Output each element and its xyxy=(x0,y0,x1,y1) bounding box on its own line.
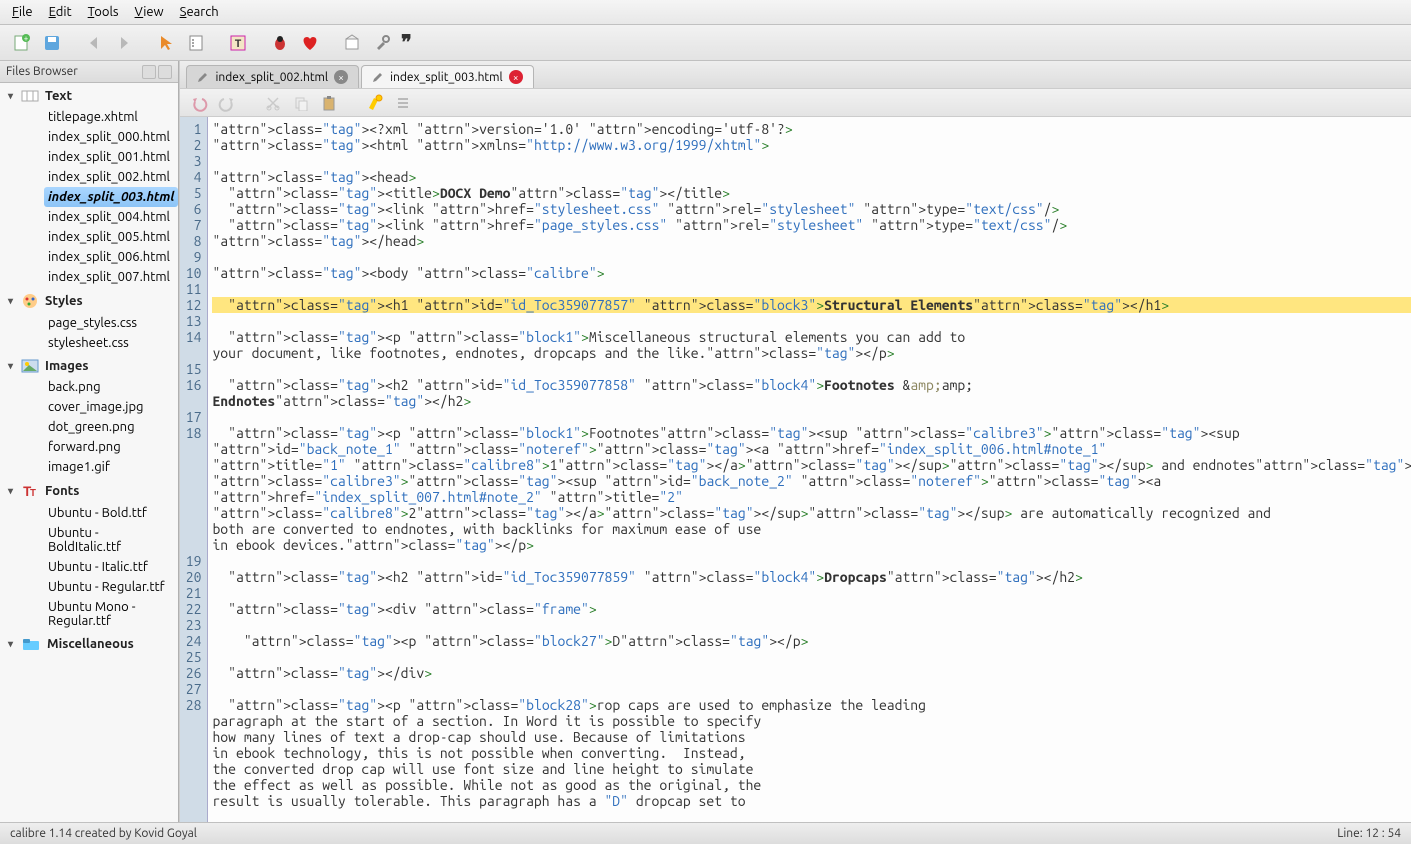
svg-text:+: + xyxy=(24,34,29,43)
line-gutter: 1234567891011121314 1516 1718 1920212223… xyxy=(180,117,208,822)
tree-section-misc[interactable]: Miscellaneous xyxy=(0,631,178,655)
tree-item[interactable]: index_split_007.html xyxy=(44,267,178,287)
tree-section-styles[interactable]: Styles xyxy=(0,287,178,313)
tree-item[interactable]: Ubuntu - Regular.ttf xyxy=(44,577,178,597)
tree-item[interactable]: Ubuntu - Bold.ttf xyxy=(44,503,178,523)
svg-text:❞: ❞ xyxy=(401,34,412,52)
forward-button[interactable] xyxy=(110,29,138,57)
tab-index_split_003-html[interactable]: index_split_003.html× xyxy=(361,65,534,88)
menu-tools[interactable]: Tools xyxy=(80,2,127,22)
close-tab-icon[interactable]: × xyxy=(509,70,523,84)
tool-icon[interactable] xyxy=(368,29,396,57)
tree-item[interactable]: Ubuntu - Italic.ttf xyxy=(44,557,178,577)
tab-index_split_002-html[interactable]: index_split_002.html× xyxy=(186,65,359,88)
tree-item[interactable]: index_split_006.html xyxy=(44,247,178,267)
redo-button[interactable] xyxy=(216,92,238,114)
heart-icon[interactable] xyxy=(296,29,324,57)
back-button[interactable] xyxy=(80,29,108,57)
tree-item[interactable]: Ubuntu - BoldItalic.ttf xyxy=(44,523,178,557)
tree-item[interactable]: page_styles.css xyxy=(44,313,178,333)
tree-item[interactable]: cover_image.jpg xyxy=(44,397,178,417)
tree-item[interactable]: stylesheet.css xyxy=(44,333,178,353)
pencil-icon xyxy=(197,71,209,83)
pencil-icon xyxy=(372,71,384,83)
close-tab-icon[interactable]: × xyxy=(334,70,348,84)
tree-section-text[interactable]: Text xyxy=(0,83,178,107)
main-toolbar: + T ❞ xyxy=(0,25,1411,61)
tree-item[interactable]: index_split_003.html xyxy=(44,187,178,207)
tree-item[interactable]: image1.gif xyxy=(44,457,178,477)
cut-button[interactable] xyxy=(262,92,284,114)
files-tree[interactable]: Texttitlepage.xhtmlindex_split_000.htmli… xyxy=(0,83,178,822)
editor-panel: index_split_002.html×index_split_003.htm… xyxy=(180,61,1411,822)
undo-button[interactable] xyxy=(188,92,210,114)
tree-item[interactable]: index_split_002.html xyxy=(44,167,178,187)
copy-button[interactable] xyxy=(290,92,312,114)
menu-edit[interactable]: Edit xyxy=(41,2,80,22)
paste-button[interactable] xyxy=(318,92,340,114)
tree-item[interactable]: index_split_005.html xyxy=(44,227,178,247)
statusbar: calibre 1.14 created by Kovid Goyal Line… xyxy=(0,822,1411,844)
save-button[interactable] xyxy=(38,29,66,57)
status-left: calibre 1.14 created by Kovid Goyal xyxy=(10,827,197,840)
files-panel: Files Browser Texttitlepage.xhtmlindex_s… xyxy=(0,61,179,822)
code-body[interactable]: "attrn">class="tag"><?xml "attrn">versio… xyxy=(208,117,1411,822)
lines-button[interactable] xyxy=(392,92,414,114)
cursor-icon[interactable] xyxy=(152,29,180,57)
files-panel-header: Files Browser xyxy=(0,61,178,83)
tree-item[interactable]: Ubuntu Mono - Regular.ttf xyxy=(44,597,178,631)
panel-close-icon[interactable] xyxy=(158,65,172,79)
status-right: Line: 12 : 54 xyxy=(1337,827,1401,840)
menu-view[interactable]: View xyxy=(127,2,172,22)
tree-section-fonts[interactable]: TTFonts xyxy=(0,477,178,503)
text-tool-button[interactable]: T xyxy=(224,29,252,57)
bug-icon[interactable] xyxy=(266,29,294,57)
tree-item[interactable]: index_split_000.html xyxy=(44,127,178,147)
tree-item[interactable]: back.png xyxy=(44,377,178,397)
highlight-button[interactable] xyxy=(364,92,386,114)
tree-item[interactable]: index_split_004.html xyxy=(44,207,178,227)
tree-item[interactable]: index_split_001.html xyxy=(44,147,178,167)
editor-tabstrip: index_split_002.html×index_split_003.htm… xyxy=(180,61,1411,89)
menu-search[interactable]: Search xyxy=(172,2,227,22)
tree-item[interactable]: titlepage.xhtml xyxy=(44,107,178,127)
panel-float-icon[interactable] xyxy=(142,65,156,79)
files-panel-title: Files Browser xyxy=(6,65,78,78)
tree-section-images[interactable]: Images xyxy=(0,353,178,377)
new-file-button[interactable]: + xyxy=(8,29,36,57)
svg-text:T: T xyxy=(30,487,36,498)
code-editor[interactable]: 1234567891011121314 1516 1718 1920212223… xyxy=(180,117,1411,822)
editor-toolbar xyxy=(180,89,1411,117)
menu-file[interactable]: File xyxy=(4,2,41,22)
preferences-icon[interactable] xyxy=(338,29,366,57)
menubar: FileEditToolsViewSearch xyxy=(0,0,1411,25)
tree-item[interactable]: forward.png xyxy=(44,437,178,457)
toc-button[interactable] xyxy=(182,29,210,57)
tree-item[interactable]: dot_green.png xyxy=(44,417,178,437)
svg-text:T: T xyxy=(235,38,242,50)
quotes-icon[interactable]: ❞ xyxy=(398,29,426,57)
